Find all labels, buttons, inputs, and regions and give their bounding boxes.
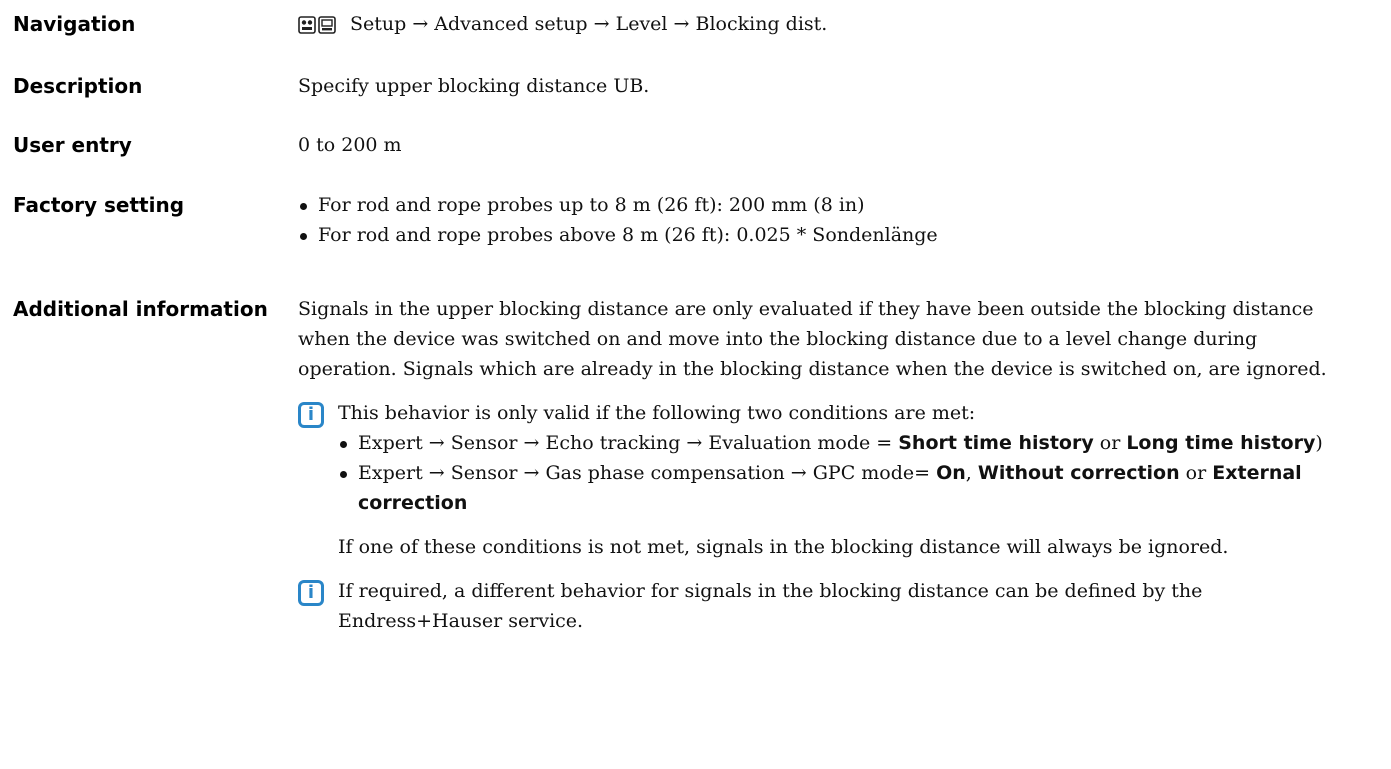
note-1-closing: If one of these conditions is not met, s…: [338, 536, 1229, 558]
factory-setting-item: For rod and rope probes up to 8 m (26 ft…: [298, 190, 1358, 220]
user-entry-value: 0 to 200 m: [298, 134, 402, 156]
additional-information-paragraph: Signals in the upper blocking distance a…: [298, 298, 1327, 380]
conditions-list: Expert → Sensor → Echo tracking → Evalua…: [338, 428, 1358, 518]
additional-information-label: Additional information: [13, 297, 268, 321]
factory-setting-item: For rod and rope probes above 8 m (26 ft…: [298, 220, 1358, 250]
user-entry-label: User entry: [13, 133, 132, 157]
condition-item: Expert → Sensor → Gas phase compensation…: [338, 458, 1358, 518]
condition-item: Expert → Sensor → Echo tracking → Evalua…: [338, 428, 1358, 458]
description-label: Description: [13, 74, 143, 98]
note-2: i If required, a different behavior for …: [298, 576, 1358, 636]
display-icon: [318, 16, 336, 34]
description-text: Specify upper blocking distance UB.: [298, 75, 650, 97]
info-icon: i: [298, 402, 324, 428]
factory-setting-list: For rod and rope probes up to 8 m (26 ft…: [298, 190, 1358, 250]
navigation-label: Navigation: [13, 12, 136, 36]
nav-icons: [298, 16, 336, 34]
note-1-intro: This behavior is only valid if the follo…: [338, 402, 976, 424]
note-1: i This behavior is only valid if the fol…: [298, 398, 1358, 562]
display-operation-icon: [298, 16, 316, 34]
navigation-content: Setup → Advanced setup → Level → Blockin…: [298, 9, 1358, 39]
factory-setting-label: Factory setting: [13, 193, 185, 217]
info-icon: i: [298, 580, 324, 606]
navigation-path: Setup → Advanced setup → Level → Blockin…: [350, 13, 828, 35]
note-2-text: If required, a different behavior for si…: [338, 580, 1203, 632]
factory-setting-content: For rod and rope probes up to 8 m (26 ft…: [298, 190, 1358, 250]
additional-information-content: Signals in the upper blocking distance a…: [298, 294, 1358, 636]
